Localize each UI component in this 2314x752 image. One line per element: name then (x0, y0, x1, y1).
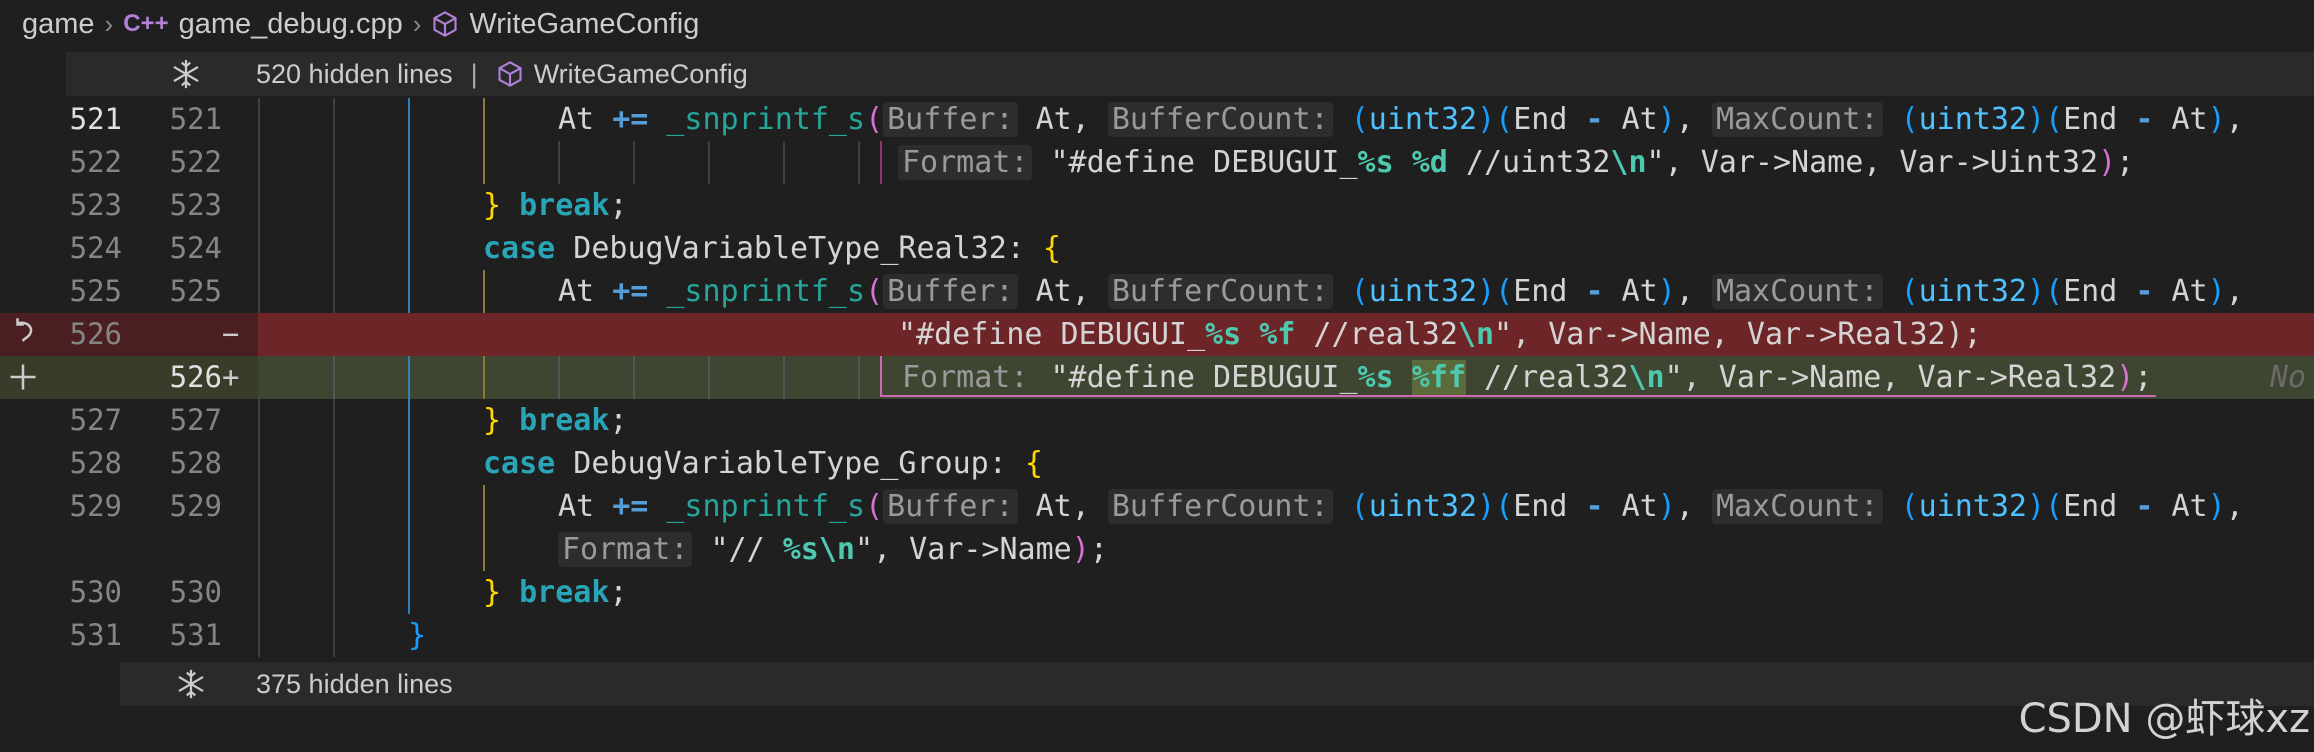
line-number-original: 525 (69, 274, 122, 308)
folded-region-bottom[interactable]: 375 hidden lines (120, 662, 2314, 706)
code-line[interactable]: 527 527 } break; (0, 399, 2314, 442)
code-text: "#define DEBUGUI_%s %f //real32\n", Var-… (898, 317, 1982, 352)
diff-add-marker: + (222, 360, 240, 394)
code-line[interactable]: 525 525 At += _snprintf_s(Buffer: At, Bu… (0, 270, 2314, 313)
revert-icon[interactable] (10, 317, 40, 347)
line-number-modified: 530 (169, 575, 222, 609)
line-number-modified: 527 (169, 403, 222, 437)
line-number-modified: 524 (169, 231, 222, 265)
line-number-original: 521 (69, 102, 122, 136)
code-line[interactable]: 528 528 case DebugVariableType_Group: { (0, 442, 2314, 485)
folded-region-top[interactable]: 520 hidden lines | WriteGameConfig (66, 52, 2314, 96)
line-number-original: 527 (69, 403, 122, 437)
code-text: case DebugVariableType_Group: { (483, 446, 1043, 481)
code-text: At += _snprintf_s(Buffer: At, BufferCoun… (558, 489, 2244, 524)
code-text: } break; (483, 575, 628, 610)
code-line[interactable]: 521 521 At += _snprintf_s(Buffer: At, Bu… (0, 98, 2314, 141)
line-number-original: 526 (69, 317, 122, 351)
line-number-original: 531 (69, 618, 122, 652)
line-number-modified: 525 (169, 274, 222, 308)
line-number-modified: 521 (169, 102, 222, 136)
code-text: case DebugVariableType_Real32: { (483, 231, 1061, 266)
fold-separator: | (470, 58, 478, 89)
line-number-original: 528 (69, 446, 122, 480)
breadcrumb-item-file[interactable]: game_debug.cpp (179, 8, 403, 41)
code-line[interactable]: 531 531 } (0, 614, 2314, 657)
line-number-modified: 526 (169, 360, 222, 394)
code-line[interactable]: 524 524 case DebugVariableType_Real32: { (0, 227, 2314, 270)
hidden-lines-label: 520 hidden lines (256, 58, 453, 89)
line-number-original: 524 (69, 231, 122, 265)
unfold-snowflake-icon[interactable] (174, 667, 208, 701)
watermark-text: CSDN @虾球xz (2018, 696, 2310, 742)
code-text: Format: "// %s\n", Var->Name); (558, 528, 1108, 571)
code-text: } break; (483, 403, 628, 438)
breadcrumb-item-game[interactable]: game (22, 8, 95, 41)
line-number-modified: 531 (169, 618, 222, 652)
cube-icon (433, 11, 457, 37)
code-text: } (408, 618, 427, 653)
code-text: Format: "#define DEBUGUI_%s %ff //real32… (902, 360, 2153, 395)
breadcrumb-item-symbol[interactable]: WriteGameConfig (469, 8, 699, 41)
cube-icon (498, 61, 522, 87)
line-number-original: 522 (69, 145, 122, 179)
line-number-modified: 528 (169, 446, 222, 480)
code-line-wrapped[interactable]: Format: "// %s\n", Var->Name); (0, 528, 2314, 571)
code-line[interactable]: 523 523 } break; (0, 184, 2314, 227)
diff-remove-marker: − (222, 317, 240, 351)
inline-ghost-text: No (2270, 360, 2307, 395)
code-line[interactable]: 522 522 Format: "#define DEBUGUI_%s %d /… (0, 141, 2314, 184)
line-number-original: 523 (69, 188, 122, 222)
cpp-file-icon: C++ (123, 10, 169, 37)
line-number-modified: 522 (169, 145, 222, 179)
code-text: At += _snprintf_s(Buffer: At, BufferCoun… (558, 102, 2244, 137)
line-number-modified: 523 (169, 188, 222, 222)
code-line[interactable]: 530 530 } break; (0, 571, 2314, 614)
code-text: At += _snprintf_s(Buffer: At, BufferCoun… (558, 274, 2244, 309)
code-text: } break; (483, 188, 628, 223)
chevron-right-icon: › (412, 8, 422, 39)
diff-deleted-line[interactable]: 526 − "#define DEBUGUI_%s %f //real32\n"… (0, 313, 2314, 356)
fold-symbol-label[interactable]: WriteGameConfig (534, 59, 748, 90)
line-number-original: 529 (69, 489, 122, 523)
chevron-right-icon: › (104, 8, 114, 39)
code-text: Format: "#define DEBUGUI_%s %d //uint32\… (898, 141, 2134, 184)
line-number-modified: 529 (169, 489, 222, 523)
code-line[interactable]: 529 529 At += _snprintf_s(Buffer: At, Bu… (0, 485, 2314, 528)
hidden-lines-label: 375 hidden lines (256, 668, 453, 699)
unfold-snowflake-icon[interactable] (169, 57, 203, 91)
breadcrumb: game › C++ game_debug.cpp › WriteGameCon… (0, 0, 2314, 48)
line-number-original: 530 (69, 575, 122, 609)
diff-added-line[interactable]: 526 + Format: "#define DEBUGUI_%s %ff //… (0, 356, 2314, 399)
stage-plus-icon[interactable] (8, 362, 38, 392)
